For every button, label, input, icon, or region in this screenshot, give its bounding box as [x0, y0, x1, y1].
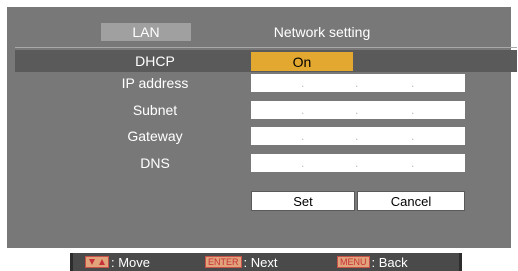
octet-separator: .	[301, 129, 305, 143]
enter-key-badge: ENTER	[205, 256, 242, 268]
octet-separator: .	[355, 156, 359, 170]
subnet-field[interactable]: . . .	[251, 101, 465, 119]
octet-separator: .	[301, 76, 305, 90]
key-hint-bar: : Move ENTER : Next MENU : Back	[70, 253, 462, 271]
up-down-arrow-icon	[85, 256, 109, 268]
back-label: : Back	[371, 254, 408, 270]
octet-separator: .	[411, 76, 415, 90]
octet-separator: .	[411, 129, 415, 143]
octet-separator: .	[355, 129, 359, 143]
octet-separator: .	[355, 103, 359, 117]
osd-menu-panel: LAN Network setting DHCP On IP address .…	[7, 7, 517, 248]
octet-separator: .	[411, 103, 415, 117]
gateway-label: Gateway	[127, 128, 183, 144]
ip-address-field[interactable]: . . .	[251, 74, 465, 92]
ip-address-label: IP address	[121, 75, 189, 91]
divider	[15, 47, 517, 48]
back-hint: MENU : Back	[337, 253, 408, 271]
dhcp-label: DHCP	[135, 53, 175, 69]
next-hint: ENTER : Next	[205, 253, 277, 271]
move-hint: : Move	[85, 253, 150, 271]
octet-separator: .	[301, 156, 305, 170]
next-label: : Next	[243, 254, 278, 270]
cancel-button[interactable]: Cancel	[357, 191, 465, 211]
dns-field[interactable]: . . .	[251, 154, 465, 172]
gateway-field[interactable]: . . .	[251, 127, 465, 145]
octet-separator: .	[411, 156, 415, 170]
dhcp-toggle[interactable]: On	[251, 52, 353, 71]
move-label: : Move	[111, 254, 151, 270]
set-button[interactable]: Set	[251, 191, 355, 211]
subnet-label: Subnet	[132, 102, 178, 118]
octet-separator: .	[355, 76, 359, 90]
octet-separator: .	[301, 103, 305, 117]
tab-lan[interactable]: LAN	[101, 23, 191, 41]
menu-key-badge: MENU	[337, 256, 370, 268]
dns-label: DNS	[140, 155, 170, 171]
menu-title: Network setting	[273, 24, 371, 40]
